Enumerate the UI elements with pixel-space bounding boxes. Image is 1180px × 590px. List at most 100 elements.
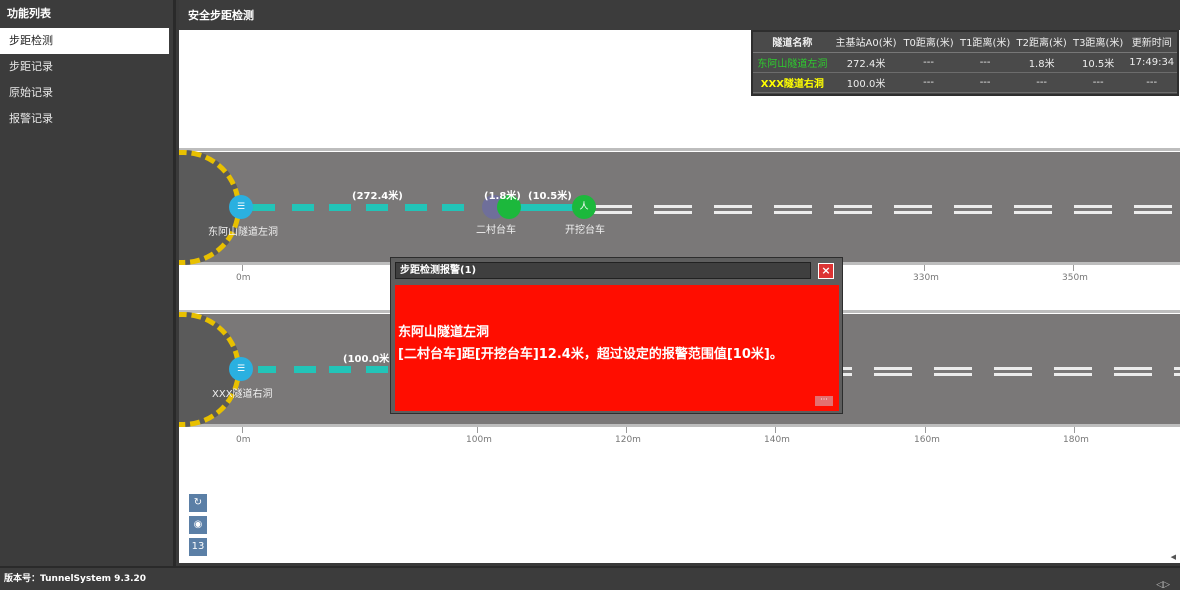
col-t0: T0距离(米) xyxy=(900,32,957,53)
scroll-left-arrow-icon[interactable]: ◀ xyxy=(1171,553,1176,561)
alarm-dialog: 步距检测报警(1) × 东阿山隧道左洞 [二村台车]距[开挖台车]12.4米，超… xyxy=(390,257,843,414)
tunnel2-tick xyxy=(477,427,478,433)
lane-dash xyxy=(594,205,632,208)
lane-dash xyxy=(654,211,692,214)
tunnel2-range-segment xyxy=(329,366,351,373)
tunnel2-tick-label: 120m xyxy=(615,435,641,445)
lane-dash xyxy=(594,211,632,214)
alarm-message-panel: 东阿山隧道左洞 [二村台车]距[开挖台车]12.4米，超过设定的报警范围值[10… xyxy=(395,285,839,411)
tunnel1-dist-t2: (1.8米) xyxy=(484,191,521,202)
tunnel1-tick xyxy=(242,265,243,271)
tunnel2-tick-label: 140m xyxy=(764,435,790,445)
lane-dash xyxy=(1134,205,1172,208)
lane-dash xyxy=(714,205,752,208)
col-updated: 更新时间 xyxy=(1126,32,1177,53)
lane-dash xyxy=(954,211,992,214)
lane-dash xyxy=(1114,373,1152,376)
table-row[interactable]: 东阿山隧道左洞 272.4米 --- --- 1.8米 10.5米 17:49:… xyxy=(753,52,1177,73)
tunnel2-tick xyxy=(1074,427,1075,433)
tunnel2-tick xyxy=(775,427,776,433)
col-t3: T3距离(米) xyxy=(1069,32,1127,53)
lane-dash xyxy=(1074,211,1112,214)
tunnel1-tick xyxy=(924,265,925,271)
col-t2: T2距离(米) xyxy=(1013,32,1070,53)
lane-dash xyxy=(654,205,692,208)
sidebar-item-alarm-records[interactable]: 报警记录 xyxy=(0,106,173,132)
lane-dash xyxy=(1134,211,1172,214)
tunnel2-tick-label: 100m xyxy=(466,435,492,445)
tunnel2-tick xyxy=(242,427,243,433)
tunnel1-node-t3-label: 开挖台车 xyxy=(565,225,605,236)
version-label: 版本号：TunnelSystem 9.3.20 xyxy=(4,574,147,584)
lane-dash xyxy=(834,205,872,208)
row2-t0: --- xyxy=(900,72,957,93)
table-row[interactable]: XXX隧道右洞 100.0米 --- --- --- --- --- xyxy=(753,72,1177,93)
lane-dash xyxy=(1014,211,1052,214)
tunnel1-tick-label: 330m xyxy=(913,273,939,283)
tunnel1-range-segment xyxy=(366,204,388,211)
col-a0: 主基站A0(米) xyxy=(831,32,901,53)
row2-tunnel-name: XXX隧道右洞 xyxy=(753,72,832,93)
lane-dash xyxy=(934,367,972,370)
tunnel1-edge-top xyxy=(179,148,1180,151)
lane-dash xyxy=(994,373,1032,376)
lane-dash xyxy=(1074,205,1112,208)
lane-dash xyxy=(1174,367,1180,370)
sidebar-title: 功能列表 xyxy=(7,7,51,20)
row1-t1: --- xyxy=(956,52,1014,73)
tunnel2-tick xyxy=(626,427,627,433)
tunnel2-tick-label: 0m xyxy=(236,435,251,445)
row2-t1: --- xyxy=(956,72,1014,93)
lane-dash xyxy=(1014,205,1052,208)
lane-dash xyxy=(874,367,912,370)
close-icon[interactable]: × xyxy=(818,263,834,279)
lane-dash xyxy=(774,205,812,208)
alarm-dialog-title: 步距检测报警(1) xyxy=(395,262,811,279)
row1-tunnel-name: 东阿山隧道左洞 xyxy=(753,52,832,73)
page-title: 安全步距检测 xyxy=(179,0,1180,30)
sidebar: 功能列表 步距检测 步距记录 原始记录 报警记录 xyxy=(0,0,176,566)
tunnel1-range-segment xyxy=(442,204,464,211)
sidebar-item-raw-records[interactable]: 原始记录 xyxy=(0,80,173,106)
lane-dash xyxy=(714,211,752,214)
alarm-message: [二村台车]距[开挖台车]12.4米，超过设定的报警范围值[10米]。 xyxy=(398,347,783,362)
tunnel1-tick xyxy=(1073,265,1074,271)
tunnel1-range-segment xyxy=(519,204,575,211)
row1-updated: 17:49:34 xyxy=(1126,52,1177,73)
sidebar-item-step-records[interactable]: 步距记录 xyxy=(0,54,173,80)
tunnel1-base-station-node[interactable]: ☰ xyxy=(229,195,253,219)
locate-icon[interactable]: ◉ xyxy=(189,516,207,534)
lane-dash xyxy=(834,211,872,214)
tunnel1-tick-label: 350m xyxy=(1062,273,1088,283)
zoom-level-button[interactable]: 13 xyxy=(189,538,207,556)
more-button[interactable]: ··· xyxy=(815,396,833,406)
row2-updated: --- xyxy=(1126,72,1177,93)
row1-a0: 272.4米 xyxy=(831,52,901,73)
sidebar-item-step-detection[interactable]: 步距检测 xyxy=(0,28,169,54)
lane-dash xyxy=(1174,373,1180,376)
tunnel1-node-t3[interactable]: 人 xyxy=(572,195,596,219)
status-bar: 版本号：TunnelSystem 9.3.20 ◁▷ xyxy=(0,566,1180,590)
lane-dash xyxy=(1114,367,1152,370)
tunnel1-range-segment xyxy=(329,204,351,211)
lane-dash xyxy=(994,367,1032,370)
tunnel2-range-segment xyxy=(366,366,388,373)
status-table: 隧道名称 主基站A0(米) T0距离(米) T1距离(米) T2距离(米) T3… xyxy=(751,30,1179,96)
row1-t2: 1.8米 xyxy=(1013,52,1070,73)
lane-dash xyxy=(874,373,912,376)
tunnel1-range-segment xyxy=(292,204,314,211)
lane-dash xyxy=(1054,373,1092,376)
refresh-icon[interactable]: ↻ xyxy=(189,494,207,512)
lane-dash xyxy=(934,373,972,376)
lane-dash xyxy=(1054,367,1092,370)
col-t1: T1距离(米) xyxy=(956,32,1014,53)
tunnel2-tick-label: 180m xyxy=(1063,435,1089,445)
network-icon: ◁▷ xyxy=(1156,580,1170,590)
tunnel1-dist-t3: (10.5米) xyxy=(528,191,572,202)
tunnel2-base-station-node[interactable]: ☰ xyxy=(229,357,253,381)
alarm-tunnel-name: 东阿山隧道左洞 xyxy=(398,325,490,340)
lane-dash xyxy=(954,205,992,208)
col-tunnel-name: 隧道名称 xyxy=(753,32,832,53)
tunnel2-name-label: XXX隧道右洞 xyxy=(212,389,273,400)
tunnel2-range-segment xyxy=(294,366,316,373)
